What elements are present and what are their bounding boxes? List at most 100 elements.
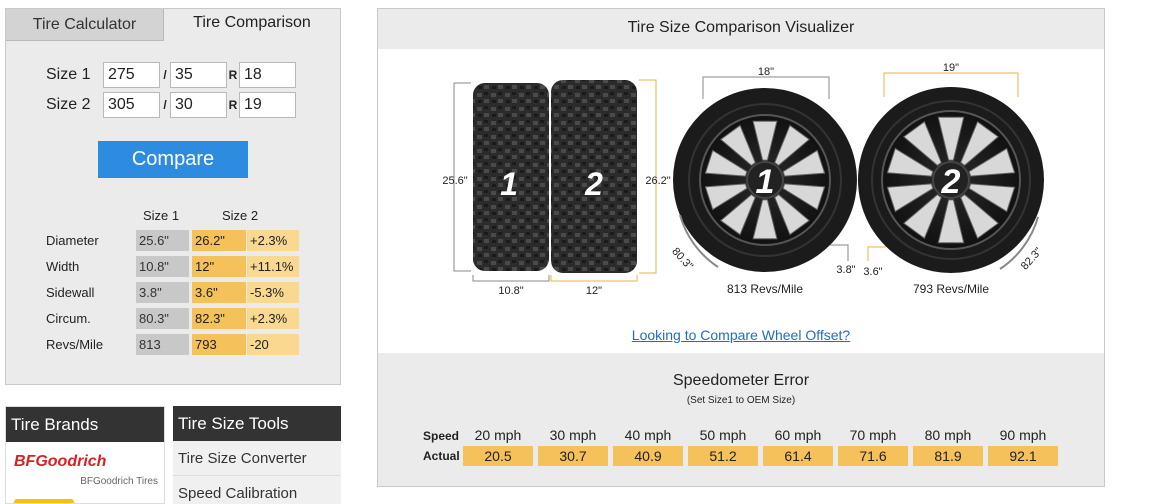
tab-tire-calculator[interactable]: Tire Calculator	[6, 9, 164, 41]
goodyear-logo[interactable]	[14, 499, 74, 503]
tread-view-tire-1: 1	[473, 83, 549, 271]
size1-column-header: Size 1	[143, 208, 180, 223]
speedometer-error-title: Speedometer Error	[672, 372, 810, 389]
sidewall-1-bracket	[830, 244, 849, 261]
comparison-row: Revs/Mile 813 793 -20	[46, 334, 306, 355]
speed-value: 50 mph	[699, 427, 747, 443]
size2-column-header: Size 2	[222, 208, 259, 223]
size1-value: 80.3"	[136, 308, 189, 329]
rim-2-label: 19"	[943, 62, 959, 74]
tire-brands-heading: Tire Brands	[6, 407, 164, 442]
tool-link-tire-size-converter[interactable]: Tire Size Converter	[173, 441, 341, 476]
size2-width-input[interactable]	[103, 92, 160, 118]
side-view-tire-2: 2	[858, 87, 1044, 273]
size2-value: 26.2"	[192, 230, 246, 251]
tire-brands-box: Tire Brands BFGoodrich BFGoodrich Tires	[5, 406, 165, 504]
slash-separator: /	[163, 68, 167, 82]
actual-speed-value: 81.9	[913, 446, 983, 466]
size1-value: 813	[136, 334, 189, 355]
tire-size-tools-heading: Tire Size Tools	[173, 406, 341, 441]
speed-value: 90 mph	[999, 427, 1047, 443]
diameter-dimension-1: 25.6"	[442, 82, 471, 272]
row-label: Diameter	[46, 233, 99, 248]
width-dimension-1: 10.8"	[472, 275, 550, 297]
row-label: Width	[46, 259, 80, 274]
comparison-row: Sidewall 3.8" 3.6" -5.3%	[46, 282, 306, 303]
tool-link-speed-calibration[interactable]: Speed Calibration	[173, 476, 341, 504]
speed-value: 80 mph	[924, 427, 972, 443]
sidewall-2-bracket	[867, 246, 886, 261]
tire-1-number: 1	[500, 166, 518, 202]
tire-comparison-graphic: 1 2 25.6" 26.2" 10.8" 12" 1 2 18" 19" 3.…	[442, 62, 1044, 297]
comparison-row: Diameter 25.6" 26.2" +2.3%	[46, 230, 306, 251]
speed-value: 40 mph	[624, 427, 672, 443]
tire-2-number: 2	[584, 166, 603, 202]
compare-wheel-offset-link[interactable]: Looking to Compare Wheel Offset?	[378, 327, 1104, 343]
row-label: Circum.	[46, 311, 91, 326]
bfgoodrich-logo[interactable]: BFGoodrich	[14, 453, 106, 471]
tab-tire-comparison[interactable]: Tire Comparison	[164, 9, 340, 41]
size1-aspect-input[interactable]	[170, 62, 227, 88]
rim-r-label: R	[228, 68, 238, 82]
tire-visualizer-panel: Tire Size Comparison Visualizer 1 2 25.6…	[377, 8, 1105, 487]
difference-value: +2.3%	[247, 230, 299, 251]
size2-rim-input[interactable]	[239, 92, 296, 118]
size1-value: 3.8"	[136, 282, 189, 303]
width-2-label: 12"	[586, 285, 602, 297]
size1-rim-input[interactable]	[239, 62, 296, 88]
speed-row-label: Speed	[423, 429, 460, 443]
size2-value: 3.6"	[192, 282, 246, 303]
actual-speed-value: 71.6	[838, 446, 908, 466]
size2-value: 793	[192, 334, 246, 355]
sidewall-dimension-2: 3.6"	[863, 246, 886, 278]
diameter-2-label: 26.2"	[645, 175, 670, 187]
difference-value: +2.3%	[247, 308, 299, 329]
difference-value: -5.3%	[247, 282, 299, 303]
speedometer-error-section: Speedometer Error (Set Size1 to OEM Size…	[378, 353, 1104, 486]
row-label: Sidewall	[46, 285, 95, 300]
comparison-row: Width 10.8" 12" +11.1%	[46, 256, 306, 277]
revs-per-mile-2: 793 Revs/Mile	[913, 282, 989, 296]
size2-value: 12"	[192, 256, 246, 277]
actual-speed-value: 61.4	[763, 446, 833, 466]
side-tire-1-number: 1	[756, 163, 775, 201]
size2-label: Size 2	[46, 96, 91, 113]
actual-row-label: Actual	[423, 449, 460, 463]
size1-width-input[interactable]	[103, 62, 160, 88]
width-dimension-2: 12"	[550, 275, 638, 297]
actual-speed-value: 92.1	[988, 446, 1058, 466]
logo-part: BF	[14, 453, 36, 470]
actual-speed-value: 30.7	[538, 446, 608, 466]
actual-speed-value: 20.5	[463, 446, 533, 466]
circumference-1-label: 80.3"	[669, 246, 695, 273]
comparison-row: Circum. 80.3" 82.3" +2.3%	[46, 308, 306, 329]
diameter-1-label: 25.6"	[442, 175, 467, 187]
diameter-dimension-2: 26.2"	[639, 79, 671, 274]
row-label: Revs/Mile	[46, 337, 104, 352]
compare-button[interactable]: Compare	[98, 141, 248, 178]
speed-value: 70 mph	[849, 427, 897, 443]
sidewall-1-label: 3.8"	[836, 264, 855, 276]
logo-part: Goodrich	[35, 453, 107, 470]
bfgoodrich-caption[interactable]: BFGoodrich Tires	[80, 476, 158, 487]
visualizer-title: Tire Size Comparison Visualizer	[378, 9, 1104, 49]
speed-value: 30 mph	[549, 427, 597, 443]
width-1-label: 10.8"	[498, 285, 523, 297]
speed-value: 20 mph	[474, 427, 522, 443]
size1-value: 10.8"	[136, 256, 189, 277]
width-1-bracket	[472, 275, 550, 282]
size2-row: Size 2 / R	[46, 92, 296, 118]
size1-label: Size 1	[46, 66, 91, 83]
rim-1-label: 18"	[758, 66, 774, 78]
sidewall-dimension-1: 3.8"	[830, 244, 856, 276]
actual-speed-value: 51.2	[688, 446, 758, 466]
size2-value: 82.3"	[192, 308, 246, 329]
difference-value: +11.1%	[247, 256, 299, 277]
side-tire-2-number: 2	[941, 163, 961, 201]
size1-row: Size 1 / R	[46, 62, 296, 88]
tread-view-tire-2: 2	[551, 80, 637, 273]
size2-aspect-input[interactable]	[170, 92, 227, 118]
slash-separator: /	[163, 98, 167, 112]
side-view-tire-1: 1	[673, 88, 857, 272]
tire-calculator-panel: Tire Calculator Tire Comparison Size 1 /…	[5, 8, 341, 385]
